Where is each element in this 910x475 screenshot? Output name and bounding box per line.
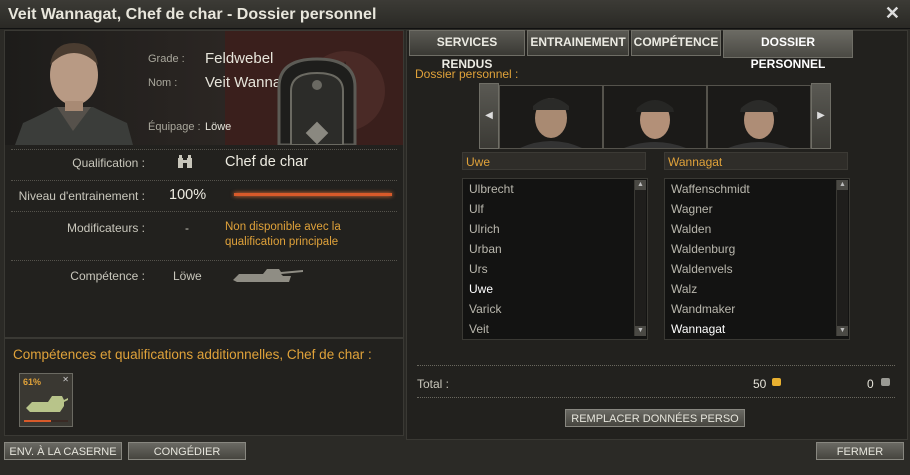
list-item[interactable]: Wagner bbox=[671, 202, 713, 216]
first-name-list[interactable]: Ulbrecht Ulf Ulrich Urban Urs Uwe Varick Veit ▲… bbox=[462, 178, 648, 340]
skill-label: Compétence : bbox=[70, 269, 145, 283]
crew-info-panel: Grade : Feldwebel Nom : Veit Wannagat Éq… bbox=[4, 30, 404, 338]
list-item[interactable]: Wannagat bbox=[671, 322, 725, 336]
divider bbox=[11, 180, 397, 182]
crew-portrait bbox=[15, 43, 133, 145]
tank-silhouette-icon bbox=[233, 269, 303, 282]
list-item[interactable]: Uwe bbox=[469, 282, 493, 296]
tab-dossier-personnel[interactable]: DOSSIER PERSONNEL bbox=[723, 30, 853, 71]
list-item[interactable]: Ulf bbox=[469, 202, 484, 216]
first-name-header: Uwe bbox=[462, 152, 646, 170]
title-bar: Veit Wannagat, Chef de char - Dossier pe… bbox=[0, 0, 910, 29]
skill-progress-fill bbox=[24, 420, 51, 422]
list-item[interactable]: Walden bbox=[671, 222, 711, 236]
additional-skills-title: Compétences et qualifications additionne… bbox=[13, 347, 372, 362]
portrait-option[interactable] bbox=[707, 85, 811, 149]
list-item[interactable]: Ulrich bbox=[469, 222, 500, 236]
window-title: Veit Wannagat, Chef de char - Dossier pe… bbox=[8, 6, 377, 23]
name-label: Nom : bbox=[148, 77, 178, 89]
gold-cost: 50 bbox=[753, 377, 767, 391]
qualification-label: Qualification : bbox=[72, 156, 145, 170]
qualification-value: Chef de char bbox=[225, 154, 309, 170]
close-icon[interactable]: ✕ bbox=[885, 3, 900, 24]
dismiss-button[interactable]: CONGÉDIER bbox=[128, 442, 246, 460]
list-item[interactable]: Varick bbox=[469, 302, 501, 316]
list-item[interactable]: Veit bbox=[469, 322, 489, 336]
divider bbox=[11, 211, 397, 213]
list-item[interactable]: Urs bbox=[469, 262, 488, 276]
list-item[interactable]: Wandmaker bbox=[671, 302, 735, 316]
additional-skills-panel: Compétences et qualifications additionne… bbox=[4, 338, 404, 436]
first-name-scrollbar[interactable]: ▲ ▼ bbox=[634, 180, 646, 336]
list-item[interactable]: Urban bbox=[469, 242, 502, 256]
portrait-next-button[interactable]: ▶ bbox=[811, 83, 831, 149]
tab-competence[interactable]: COMPÉTENCE bbox=[631, 30, 721, 56]
divider bbox=[417, 397, 895, 398]
silver-icon bbox=[881, 378, 890, 386]
last-name-header: Wannagat bbox=[664, 152, 848, 170]
tab-services-rendus[interactable]: SERVICES RENDUS bbox=[409, 30, 525, 71]
modifiers-note: Non disponible avec la qualification pri… bbox=[225, 221, 341, 248]
training-bar-fill bbox=[234, 193, 392, 196]
training-label: Niveau d'entrainement : bbox=[18, 189, 145, 203]
list-item[interactable]: Waldenvels bbox=[671, 262, 733, 276]
gold-icon bbox=[772, 378, 781, 386]
crew-header: Grade : Feldwebel Nom : Veit Wannagat Éq… bbox=[5, 31, 403, 145]
portrait-option[interactable] bbox=[499, 85, 603, 149]
send-to-barracks-button[interactable]: ENV. À LA CASERNE bbox=[4, 442, 122, 460]
divider bbox=[11, 149, 397, 151]
modifiers-label: Modificateurs : bbox=[66, 221, 145, 235]
portrait-thumbnail bbox=[604, 86, 706, 148]
binoculars-icon bbox=[178, 155, 192, 168]
skill-progress bbox=[24, 420, 68, 422]
list-item[interactable]: Walz bbox=[671, 282, 697, 296]
skill-slot[interactable]: 61% ✕ bbox=[19, 373, 73, 427]
crew-label: Équipage : bbox=[148, 121, 201, 133]
crew-value: Löwe bbox=[205, 121, 232, 133]
dossier-section-label: Dossier personnel : bbox=[415, 67, 519, 81]
training-bar bbox=[234, 193, 392, 196]
portrait-thumbnail bbox=[708, 86, 810, 148]
divider bbox=[417, 365, 895, 366]
remove-skill-icon[interactable]: ✕ bbox=[62, 375, 69, 384]
last-name-scrollbar[interactable]: ▲ ▼ bbox=[836, 180, 848, 336]
skill-value: Löwe bbox=[173, 269, 202, 283]
grade-label: Grade : bbox=[148, 53, 185, 65]
tab-entrainement[interactable]: ENTRAINEMENT bbox=[527, 30, 629, 56]
modifiers-value: - bbox=[185, 221, 189, 235]
tank-skill-icon bbox=[26, 396, 68, 412]
list-item[interactable]: Waffenschmidt bbox=[671, 182, 750, 196]
shoulder-strap-icon bbox=[277, 57, 357, 145]
portrait-thumbnail bbox=[500, 86, 602, 148]
training-value: 100% bbox=[169, 187, 207, 203]
skill-percent: 61% bbox=[23, 377, 42, 387]
crew-dossier-window: Veit Wannagat, Chef de char - Dossier pe… bbox=[0, 0, 910, 475]
divider bbox=[11, 260, 397, 262]
list-item[interactable]: Ulbrecht bbox=[469, 182, 514, 196]
dossier-panel: SERVICES RENDUS ENTRAINEMENT COMPÉTENCE … bbox=[406, 30, 908, 440]
silver-cost: 0 bbox=[867, 377, 874, 391]
replace-data-button[interactable]: REMPLACER DONNÉES PERSO bbox=[565, 409, 745, 427]
portrait-prev-button[interactable]: ◀ bbox=[479, 83, 499, 149]
portrait-option[interactable] bbox=[603, 85, 707, 149]
total-label: Total : bbox=[417, 377, 450, 391]
close-button[interactable]: FERMER bbox=[816, 442, 904, 460]
last-name-list[interactable]: Waffenschmidt Wagner Walden Waldenburg Walde… bbox=[664, 178, 850, 340]
list-item[interactable]: Waldenburg bbox=[671, 242, 735, 256]
